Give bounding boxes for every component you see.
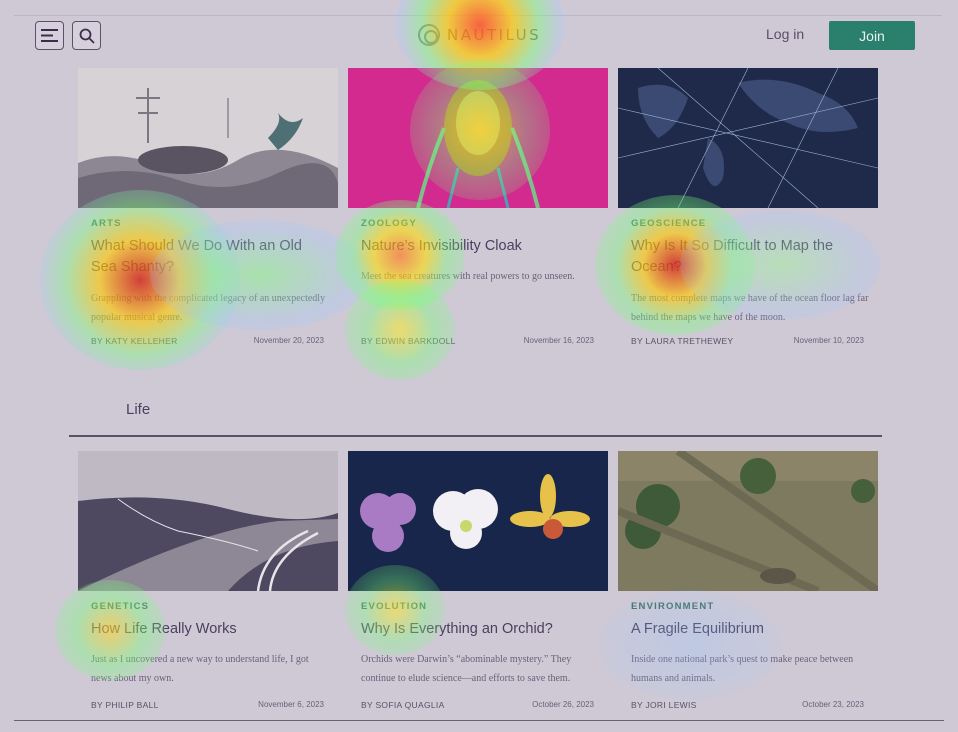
article-title[interactable]: What Should We Do With an Old Sea Shanty… <box>91 236 331 278</box>
article-card[interactable]: ARTS What Should We Do With an Old Sea S… <box>78 68 338 346</box>
article-byline[interactable]: BY JORI LEWIS <box>631 700 697 710</box>
article-image-road[interactable] <box>78 451 338 591</box>
section-title[interactable]: Life <box>126 401 150 418</box>
article-date: October 23, 2023 <box>802 700 864 709</box>
article-date: November 20, 2023 <box>253 336 324 345</box>
article-title[interactable]: Why Is Everything an Orchid? <box>361 619 601 640</box>
bottom-divider <box>14 720 944 721</box>
menu-icon <box>41 29 58 42</box>
site-logo[interactable]: NAUTILUS <box>418 24 541 46</box>
article-description: Just as I uncovered a new way to underst… <box>91 654 309 684</box>
section-divider <box>69 435 882 437</box>
article-description: Meet the sea creatures with real powers … <box>361 271 575 282</box>
search-icon <box>79 28 95 44</box>
article-grid-row-1: ARTS What Should We Do With an Old Sea S… <box>78 68 878 346</box>
article-category[interactable]: EVOLUTION <box>361 601 427 612</box>
article-title[interactable]: Nature’s Invisibility Cloak <box>361 236 601 257</box>
article-title[interactable]: A Fragile Equilibrium <box>631 619 871 640</box>
article-description: Grappling with the complicated legacy of… <box>91 293 326 323</box>
article-category[interactable]: GEOSCIENCE <box>631 218 706 229</box>
article-category[interactable]: ZOOLOGY <box>361 218 417 229</box>
login-link[interactable]: Log in <box>766 26 804 42</box>
article-image-whale[interactable] <box>78 68 338 208</box>
article-date: October 26, 2023 <box>532 700 594 709</box>
article-category[interactable]: ENVIRONMENT <box>631 601 714 612</box>
article-byline[interactable]: BY EDWIN BARKDOLL <box>361 336 456 346</box>
search-button[interactable] <box>72 21 101 50</box>
menu-button[interactable] <box>35 21 64 50</box>
article-image-creature[interactable] <box>348 68 608 208</box>
article-byline[interactable]: BY LAURA TRETHEWEY <box>631 336 733 346</box>
article-description: Orchids were Darwin’s “abominable myster… <box>361 654 572 684</box>
article-description: Inside one national park’s quest to make… <box>631 654 854 684</box>
article-byline[interactable]: BY KATY KELLEHER <box>91 336 178 346</box>
article-image-ocean-map[interactable] <box>618 68 878 208</box>
article-byline[interactable]: BY PHILIP BALL <box>91 700 159 710</box>
article-grid-row-2: GENETICS How Life Really Works Just as I… <box>78 451 878 711</box>
article-image-orchids[interactable] <box>348 451 608 591</box>
article-title[interactable]: Why Is It So Difficult to Map the Ocean? <box>631 236 871 278</box>
article-card[interactable]: GENETICS How Life Really Works Just as I… <box>78 451 338 711</box>
article-card[interactable]: GEOSCIENCE Why Is It So Difficult to Map… <box>618 68 878 346</box>
article-image-park[interactable] <box>618 451 878 591</box>
site-header: NAUTILUS Log in Join <box>0 0 958 64</box>
article-date: November 16, 2023 <box>523 336 594 345</box>
article-date: November 10, 2023 <box>793 336 864 345</box>
article-byline[interactable]: BY SOFIA QUAGLIA <box>361 700 445 710</box>
join-button[interactable]: Join <box>829 21 915 50</box>
logo-text: NAUTILUS <box>447 26 542 44</box>
article-title[interactable]: How Life Really Works <box>91 619 331 640</box>
article-category[interactable]: GENETICS <box>91 601 149 612</box>
article-category[interactable]: ARTS <box>91 218 122 229</box>
article-card[interactable]: ENVIRONMENT A Fragile Equilibrium Inside… <box>618 451 878 711</box>
article-description: The most complete maps we have of the oc… <box>631 293 869 323</box>
article-date: November 6, 2023 <box>258 700 324 709</box>
nautilus-logo-icon <box>418 24 440 46</box>
article-card[interactable]: ZOOLOGY Nature’s Invisibility Cloak Meet… <box>348 68 608 346</box>
article-card[interactable]: EVOLUTION Why Is Everything an Orchid? O… <box>348 451 608 711</box>
